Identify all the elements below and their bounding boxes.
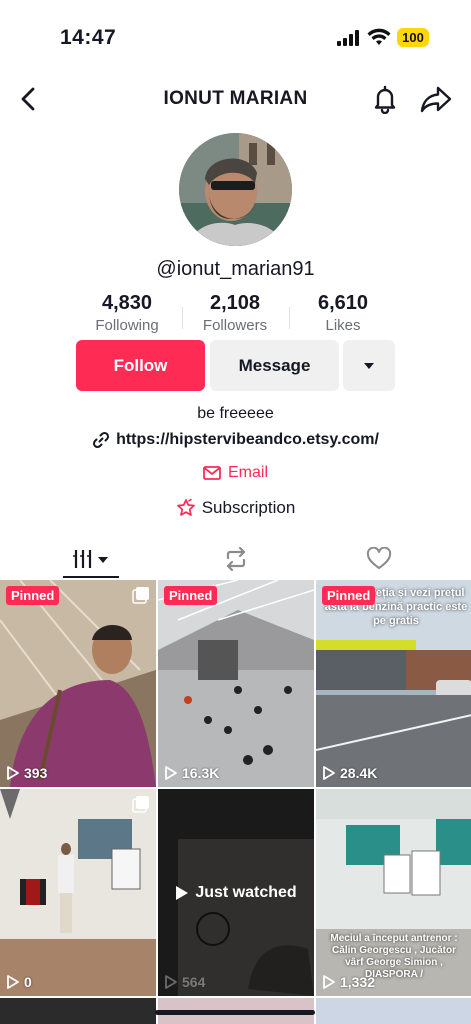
follow-button[interactable]: Follow: [76, 340, 205, 391]
multi-photo-icon: [132, 796, 149, 813]
view-count-text: 393: [24, 765, 48, 781]
video-thumbnail[interactable]: Meciul a început antrenor : Călin George…: [316, 789, 471, 996]
view-count: 564: [164, 974, 205, 990]
wifi-icon: [367, 28, 391, 45]
active-tab-indicator: [63, 576, 119, 578]
video-thumbnail[interactable]: Just watched 564: [158, 789, 314, 996]
profile-username: @ionut_marian91: [156, 258, 315, 280]
likes-stat[interactable]: 6,610 Likes: [283, 292, 403, 334]
multi-photo-icon: [132, 587, 149, 604]
following-count: 4,830: [101, 292, 153, 314]
video-thumbnail[interactable]: [316, 998, 471, 1024]
repost-icon: [226, 547, 245, 571]
pinned-badge: Pinned: [6, 586, 60, 605]
avatar[interactable]: [179, 133, 292, 246]
view-count: 1,332: [322, 974, 375, 990]
view-count: 0: [6, 974, 32, 990]
notification-bell-icon[interactable]: [370, 84, 400, 114]
subscription-star-icon: [176, 498, 195, 516]
envelope-icon: [203, 466, 221, 480]
suggested-accounts-button[interactable]: [343, 340, 395, 391]
just-watched-label: Just watched: [195, 883, 297, 901]
tab-videos[interactable]: [13, 538, 170, 580]
video-preview-image: [0, 789, 156, 996]
view-count-text: 28.4K: [340, 765, 378, 781]
message-button[interactable]: Message: [210, 340, 339, 391]
view-count-text: 16.3K: [182, 765, 220, 781]
play-icon: [323, 766, 335, 780]
profile-link[interactable]: https://hipstervibeandco.etsy.com/: [0, 431, 471, 449]
video-thumbnail[interactable]: Pinned 393: [0, 580, 156, 787]
pinned-badge: Pinned: [322, 586, 376, 605]
just-watched-overlay: Just watched: [158, 789, 314, 996]
likes-count: 6,610: [317, 292, 369, 314]
profile-tabs: [0, 538, 471, 580]
video-thumbnail[interactable]: vi din Elveția și vezi prețul asta la be…: [316, 580, 471, 787]
cellular-signal-icon: [337, 30, 359, 46]
likes-label: Likes: [325, 317, 361, 334]
profile-link-text: https://hipstervibeandco.etsy.com/: [116, 431, 379, 448]
video-thumbnail[interactable]: 0: [0, 789, 156, 996]
liked-heart-icon: [366, 547, 391, 569]
following-stat[interactable]: 4,830 Following: [67, 292, 187, 334]
view-count-text: 564: [182, 974, 206, 990]
subscription-button[interactable]: Subscription: [0, 498, 471, 518]
videos-grid-icon: [72, 550, 108, 568]
followers-count: 2,108: [209, 292, 261, 314]
play-icon: [323, 975, 335, 989]
link-icon: [93, 431, 110, 449]
play-icon: [176, 885, 189, 900]
video-preview-image: [158, 580, 314, 787]
play-icon: [7, 766, 19, 780]
view-count-text: 1,332: [340, 974, 376, 990]
followers-label: Followers: [202, 317, 268, 334]
video-preview-image: [0, 580, 156, 787]
play-icon: [7, 975, 19, 989]
view-count-text: 0: [24, 974, 32, 990]
profile-photo: [179, 133, 292, 246]
tab-reposts[interactable]: [157, 538, 314, 580]
view-count: 28.4K: [322, 765, 377, 781]
email-label: Email: [227, 464, 268, 481]
status-time: 14:47: [60, 26, 117, 49]
view-count: 393: [6, 765, 47, 781]
profile-header: IONUT MARIAN: [0, 80, 471, 120]
play-icon: [165, 766, 177, 780]
view-count: 16.3K: [164, 765, 219, 781]
profile-bio: be freeeee: [197, 405, 274, 422]
followers-stat[interactable]: 2,108 Followers: [175, 292, 295, 334]
caret-down-icon: [364, 362, 374, 369]
home-indicator: [155, 1010, 315, 1015]
play-icon: [165, 975, 177, 989]
status-bar: 14:47 100: [0, 0, 471, 70]
share-arrow-icon[interactable]: [420, 84, 452, 114]
battery-indicator: 100: [397, 28, 429, 47]
following-label: Following: [95, 317, 159, 334]
video-thumbnail[interactable]: Pinned 16.3K: [158, 580, 314, 787]
page-title: IONUT MARIAN: [163, 88, 308, 109]
pinned-badge: Pinned: [164, 586, 218, 605]
tab-liked[interactable]: [300, 538, 457, 580]
subscription-label: Subscription: [201, 498, 296, 517]
video-thumbnail[interactable]: [0, 998, 156, 1024]
email-button[interactable]: Email: [0, 464, 471, 482]
